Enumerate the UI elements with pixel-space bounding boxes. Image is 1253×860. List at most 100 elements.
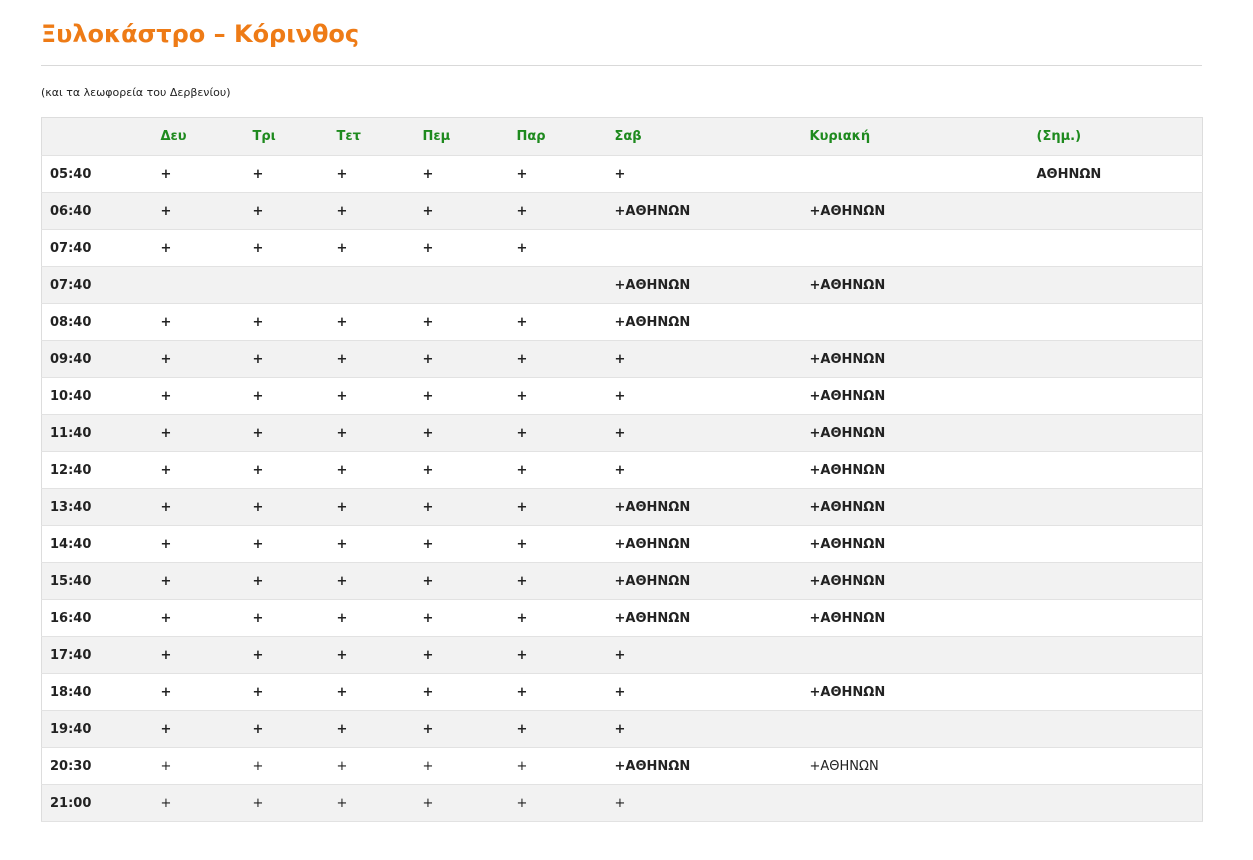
time-cell: 16:40 [41, 599, 153, 637]
header-friday: Παρ [508, 117, 607, 156]
header-wednesday: Τετ [328, 117, 415, 156]
tuesday-cell: + [244, 192, 329, 230]
notes-cell [1028, 451, 1203, 489]
friday-cell: + [508, 636, 607, 674]
time-cell: 12:40 [41, 451, 153, 489]
sunday-cell: +ΑΘΗΝΩΝ [801, 562, 1029, 600]
wednesday-cell: + [328, 377, 415, 415]
sunday-cell: +ΑΘΗΝΩΝ [801, 192, 1029, 230]
time-cell: 07:40 [41, 266, 153, 304]
notes-cell [1028, 710, 1203, 748]
friday-cell: + [508, 525, 607, 563]
monday-cell: + [152, 414, 245, 452]
wednesday-cell: + [328, 303, 415, 341]
sunday-cell [801, 303, 1029, 341]
table-row: 06:40 + + + + + +ΑΘΗΝΩΝ +ΑΘΗΝΩΝ [41, 192, 1203, 230]
table-row: 12:40 + + + + + + +ΑΘΗΝΩΝ [41, 451, 1203, 489]
notes-cell [1028, 525, 1203, 563]
tuesday-cell: + [244, 414, 329, 452]
thursday-cell: + [414, 710, 509, 748]
saturday-cell: +ΑΘΗΝΩΝ [606, 747, 802, 785]
saturday-cell: +ΑΘΗΝΩΝ [606, 192, 802, 230]
sunday-cell [801, 784, 1029, 822]
wednesday-cell: + [328, 488, 415, 526]
sunday-cell: +ΑΘΗΝΩΝ [801, 377, 1029, 415]
saturday-cell: + [606, 673, 802, 711]
thursday-cell: + [414, 784, 509, 822]
notes-cell [1028, 599, 1203, 637]
saturday-cell: + [606, 155, 802, 193]
table-row: 18:40 + + + + + + +ΑΘΗΝΩΝ [41, 673, 1203, 711]
friday-cell: + [508, 673, 607, 711]
time-cell: 19:40 [41, 710, 153, 748]
header-thursday: Πεμ [414, 117, 509, 156]
monday-cell: + [152, 229, 245, 267]
tuesday-cell: + [244, 377, 329, 415]
monday-cell: + [152, 488, 245, 526]
friday-cell: + [508, 710, 607, 748]
wednesday-cell [328, 266, 415, 304]
table-row: 05:40 + + + + + + ΑΘΗΝΩΝ [41, 155, 1203, 193]
notes-cell [1028, 192, 1203, 230]
monday-cell: + [152, 155, 245, 193]
thursday-cell: + [414, 488, 509, 526]
saturday-cell: + [606, 636, 802, 674]
sunday-cell [801, 229, 1029, 267]
notes-cell [1028, 266, 1203, 304]
friday-cell: + [508, 747, 607, 785]
sunday-cell: +ΑΘΗΝΩΝ [801, 599, 1029, 637]
time-cell: 07:40 [41, 229, 153, 267]
thursday-cell: + [414, 192, 509, 230]
table-row: 13:40 + + + + + +ΑΘΗΝΩΝ +ΑΘΗΝΩΝ [41, 488, 1203, 526]
sunday-cell [801, 710, 1029, 748]
saturday-cell: + [606, 414, 802, 452]
monday-cell: + [152, 673, 245, 711]
notes-cell [1028, 673, 1203, 711]
sunday-cell: +ΑΘΗΝΩΝ [801, 340, 1029, 378]
monday-cell: + [152, 562, 245, 600]
notes-cell [1028, 303, 1203, 341]
sunday-cell: +ΑΘΗΝΩΝ [801, 451, 1029, 489]
wednesday-cell: + [328, 451, 415, 489]
notes-cell [1028, 636, 1203, 674]
monday-cell: + [152, 525, 245, 563]
monday-cell: + [152, 784, 245, 822]
wednesday-cell: + [328, 562, 415, 600]
wednesday-cell: + [328, 747, 415, 785]
thursday-cell: + [414, 599, 509, 637]
time-cell: 06:40 [41, 192, 153, 230]
header-time [41, 117, 153, 156]
table-row: 07:40 +ΑΘΗΝΩΝ +ΑΘΗΝΩΝ [41, 266, 1203, 304]
page-title: Ξυλοκάστρο – Κόρινθος [41, 0, 1202, 66]
wednesday-cell: + [328, 155, 415, 193]
monday-cell: + [152, 192, 245, 230]
time-cell: 10:40 [41, 377, 153, 415]
thursday-cell: + [414, 303, 509, 341]
notes-cell [1028, 229, 1203, 267]
saturday-cell: +ΑΘΗΝΩΝ [606, 562, 802, 600]
time-cell: 13:40 [41, 488, 153, 526]
monday-cell: + [152, 710, 245, 748]
friday-cell: + [508, 303, 607, 341]
time-cell: 17:40 [41, 636, 153, 674]
sunday-cell: +ΑΘΗΝΩΝ [801, 266, 1029, 304]
thursday-cell: + [414, 229, 509, 267]
thursday-cell: + [414, 636, 509, 674]
monday-cell: + [152, 599, 245, 637]
header-tuesday: Τρι [244, 117, 329, 156]
wednesday-cell: + [328, 636, 415, 674]
friday-cell: + [508, 562, 607, 600]
header-notes: (Σημ.) [1028, 117, 1203, 156]
sunday-cell: +ΑΘΗΝΩΝ [801, 747, 1029, 785]
notes-cell [1028, 562, 1203, 600]
notes-cell [1028, 377, 1203, 415]
notes-cell [1028, 784, 1203, 822]
table-row: 14:40 + + + + + +ΑΘΗΝΩΝ +ΑΘΗΝΩΝ [41, 525, 1203, 563]
tuesday-cell: + [244, 229, 329, 267]
saturday-cell: + [606, 377, 802, 415]
tuesday-cell: + [244, 747, 329, 785]
friday-cell: + [508, 377, 607, 415]
thursday-cell: + [414, 525, 509, 563]
saturday-cell: +ΑΘΗΝΩΝ [606, 303, 802, 341]
thursday-cell: + [414, 377, 509, 415]
